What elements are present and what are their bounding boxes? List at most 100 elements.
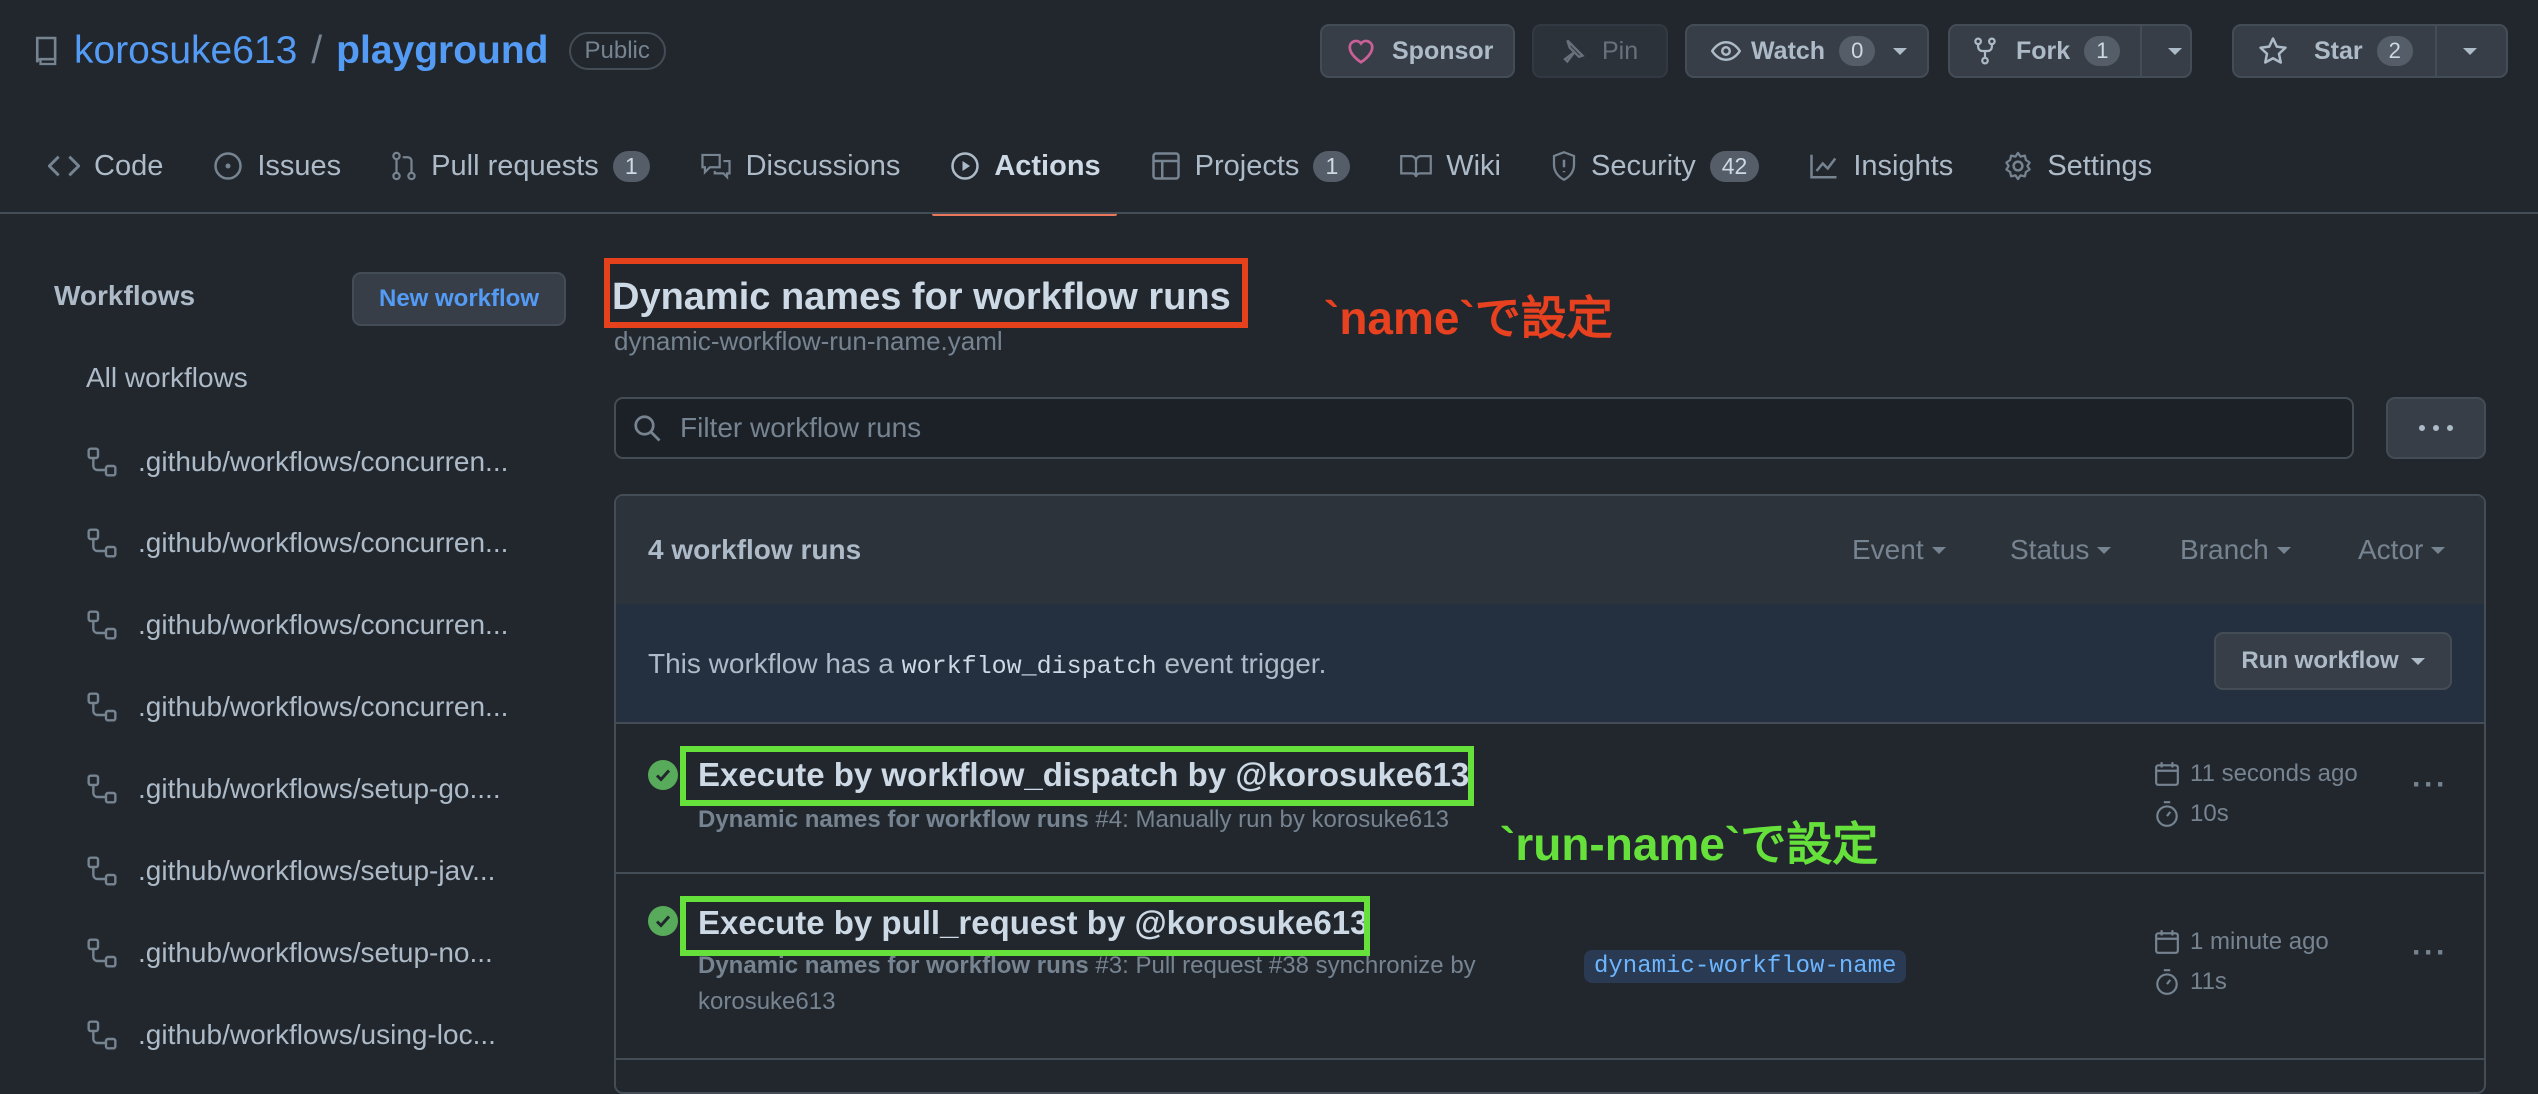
workflow-icon (86, 691, 118, 723)
calendar-icon (2154, 761, 2180, 787)
watch-button[interactable]: Watch 0 (1685, 24, 1929, 78)
tab-label: Code (94, 149, 164, 182)
sponsor-label: Sponsor (1392, 36, 1494, 65)
visibility-badge: Public (568, 32, 666, 70)
pin-button[interactable]: Pin (1532, 24, 1668, 78)
sidebar-workflow-label: .github/workflows/concurren... (138, 446, 509, 477)
check-circle-icon (648, 906, 678, 936)
filter-actor-dropdown[interactable]: Actor (2358, 534, 2446, 566)
filter-runs-input[interactable] (678, 411, 2352, 445)
run-name-highlight-box (680, 896, 1370, 956)
star-count: 2 (2376, 36, 2413, 66)
sponsor-button[interactable]: Sponsor (1320, 24, 1515, 78)
tab-projects[interactable]: Projects 1 (1151, 136, 1351, 196)
run-subtitle: Dynamic names for workflow runs #4: Manu… (698, 802, 1449, 838)
sidebar-workflow-item[interactable]: .github/workflows/setup-jav... (86, 851, 495, 891)
repo-owner-link[interactable]: korosuke613 (74, 29, 297, 73)
workflow-icon (86, 855, 118, 887)
tab-label: Actions (994, 149, 1101, 182)
stopwatch-icon (2154, 800, 2180, 828)
code-icon (48, 154, 80, 178)
tab-label: Projects (1194, 149, 1300, 182)
run-detail: #4: Manually run by korosuke613 (1088, 806, 1449, 833)
tab-pull-requests[interactable]: Pull requests 1 (391, 136, 650, 196)
new-workflow-button[interactable]: New workflow (352, 272, 566, 326)
tab-discussions[interactable]: Discussions (700, 136, 900, 196)
eye-icon (1711, 39, 1741, 63)
tab-actions[interactable]: Actions (932, 136, 1118, 216)
star-icon (2258, 36, 2288, 66)
graph-icon (1809, 152, 1839, 180)
dispatch-banner: This workflow has a workflow_dispatch ev… (616, 604, 2484, 724)
sidebar-workflow-label: .github/workflows/setup-no... (138, 937, 493, 968)
tab-issues[interactable]: Issues (213, 136, 341, 196)
run-time: 1 minute ago (2154, 928, 2329, 956)
star-button[interactable]: Star 2 (2232, 24, 2508, 78)
tab-count: 1 (612, 150, 650, 182)
fork-label: Fork (2016, 36, 2071, 65)
repo-name-link[interactable]: playground (336, 29, 548, 73)
runs-header: 4 workflow runs Event Status Branch Acto… (616, 496, 2484, 606)
sidebar-workflow-item[interactable]: .github/workflows/setup-no... (86, 933, 493, 973)
more-options-button[interactable] (2386, 397, 2486, 459)
sidebar-workflow-item[interactable]: .github/workflows/using-loc... (86, 1015, 496, 1055)
sidebar-workflow-label: .github/workflows/setup-go.... (138, 773, 501, 804)
tab-count: 42 (1709, 150, 1760, 182)
run-workflow-label: Run workflow (2241, 647, 2399, 674)
heart-icon (1346, 37, 1376, 65)
star-label: Star (2314, 36, 2363, 65)
sidebar-workflow-item[interactable]: .github/workflows/concurren... (86, 523, 508, 563)
tab-label: Security (1591, 149, 1696, 182)
run-menu-icon[interactable]: ··· (2412, 768, 2448, 802)
pull-request-icon (391, 151, 417, 181)
dispatch-code: workflow_dispatch (901, 652, 1157, 681)
fork-button[interactable]: Fork 1 (1948, 24, 2192, 78)
tab-settings[interactable]: Settings (2003, 136, 2152, 196)
run-duration-label: 10s (2190, 800, 2229, 827)
caret-down-icon (2410, 657, 2425, 665)
star-dropdown-caret[interactable] (2462, 47, 2477, 55)
caret-down-icon (2097, 546, 2112, 554)
workflow-icon (86, 937, 118, 969)
check-circle-icon (648, 760, 678, 790)
run-name-annotation: `run-name`で設定 (1500, 818, 1879, 870)
runs-count: 4 workflow runs (648, 534, 862, 565)
sidebar-item-all-workflows[interactable]: All workflows (86, 362, 248, 394)
caret-down-icon (2276, 546, 2291, 554)
sidebar-workflow-label: .github/workflows/setup-jav... (138, 855, 496, 886)
shield-icon (1551, 151, 1577, 181)
sidebar-workflow-item[interactable]: .github/workflows/concurren... (86, 687, 508, 727)
run-menu-icon[interactable]: ··· (2412, 936, 2448, 970)
tab-code[interactable]: Code (48, 136, 163, 196)
repo-icon (34, 34, 60, 68)
tab-wiki[interactable]: Wiki (1400, 136, 1501, 196)
filter-branch-dropdown[interactable]: Branch (2180, 534, 2291, 566)
workflow-icon (86, 609, 118, 641)
sidebar-workflow-item[interactable]: .github/workflows/setup-go.... (86, 769, 501, 809)
tab-insights[interactable]: Insights (1809, 136, 1953, 196)
fork-split-divider (2140, 26, 2143, 76)
sidebar-workflow-item[interactable]: .github/workflows/concurren... (86, 605, 508, 645)
tab-security[interactable]: Security 42 (1551, 136, 1760, 196)
table-icon (1151, 151, 1181, 181)
run-time: 11 seconds ago (2154, 760, 2358, 788)
sidebar-workflow-label: .github/workflows/concurren... (138, 691, 509, 722)
filter-runs-field[interactable] (614, 397, 2354, 459)
filter-label: Branch (2180, 534, 2269, 565)
repo-tabs: Code Issues Pull requests 1 Discussions … (48, 136, 2202, 216)
name-highlight-box (604, 258, 1248, 328)
run-duration-label: 11s (2190, 968, 2227, 995)
branch-tag[interactable]: dynamic-workflow-name (1584, 950, 1907, 983)
tab-count: 1 (1313, 150, 1351, 182)
run-time-label: 11 seconds ago (2190, 760, 2358, 787)
book-icon (1400, 152, 1433, 180)
filter-status-dropdown[interactable]: Status (2010, 534, 2112, 566)
pin-label: Pin (1602, 36, 1639, 65)
watch-dropdown-caret[interactable] (1893, 47, 1908, 55)
sidebar-workflow-item[interactable]: .github/workflows/concurren... (86, 442, 508, 482)
workflow-file-link[interactable]: dynamic-workflow-run-name.yaml (614, 326, 1003, 357)
fork-dropdown-caret[interactable] (2168, 47, 2183, 55)
filter-event-dropdown[interactable]: Event (1852, 534, 1946, 566)
caret-down-icon (1931, 546, 1946, 554)
run-workflow-button[interactable]: Run workflow (2214, 632, 2452, 690)
